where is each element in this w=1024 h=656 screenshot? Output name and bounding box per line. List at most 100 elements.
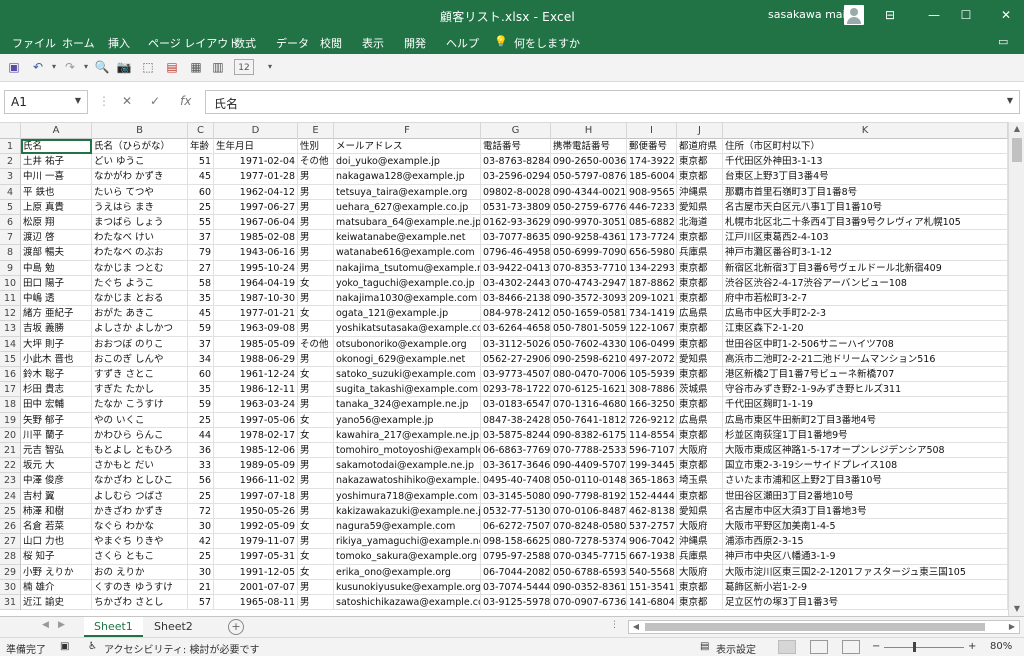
cell[interactable]: 1991-12-05	[214, 564, 298, 580]
cell[interactable]: 656-5980	[627, 245, 677, 261]
cell[interactable]: kusunokiyusuke@example.org	[334, 579, 481, 595]
freeze-panes-icon[interactable]: ▦	[188, 59, 204, 75]
cell[interactable]: 1967-06-04	[214, 215, 298, 231]
row-header[interactable]: 1	[0, 139, 21, 155]
cell[interactable]: 男	[298, 443, 334, 459]
cell[interactable]: 住所（市区町村以下）	[723, 139, 1008, 155]
cell[interactable]: 渡部 暢夫	[21, 245, 92, 261]
cell[interactable]: 151-3541	[627, 579, 677, 595]
cell[interactable]: 高浜市二池町2-2-21二池ドリームマンション516	[723, 351, 1008, 367]
row-header[interactable]: 30	[0, 579, 21, 595]
cell[interactable]: 女	[298, 549, 334, 565]
cell[interactable]: 男	[298, 534, 334, 550]
cell[interactable]: sakamotodai@example.ne.jp	[334, 458, 481, 474]
cell[interactable]: 21	[188, 579, 214, 595]
cell[interactable]: 大阪府	[677, 564, 723, 580]
cell[interactable]: 小此木 晋也	[21, 351, 92, 367]
cell[interactable]: 田中 宏輔	[21, 397, 92, 413]
cell[interactable]: 090-2650-0036	[551, 154, 627, 170]
cell[interactable]: 050-6788-6593	[551, 564, 627, 580]
cell[interactable]: 女	[298, 367, 334, 383]
cell[interactable]: 名古屋市中区大須3丁目1番地3号	[723, 503, 1008, 519]
cell[interactable]: erika_ono@example.org	[334, 564, 481, 580]
cell[interactable]: 東京都	[677, 367, 723, 383]
row-header[interactable]: 7	[0, 230, 21, 246]
cell[interactable]: 杉並区南荻窪1丁目1番地9号	[723, 427, 1008, 443]
cell[interactable]: おおつぼ のりこ	[92, 336, 188, 352]
cell[interactable]: 柿澤 和樹	[21, 503, 92, 519]
cell[interactable]: 03-8466-2138	[481, 291, 551, 307]
cell[interactable]: 桜 知子	[21, 549, 92, 565]
cell[interactable]: なかじま とおる	[92, 291, 188, 307]
cell[interactable]: 矢野 郁子	[21, 412, 92, 428]
cell[interactable]: 667-1938	[627, 549, 677, 565]
cell[interactable]: 199-3445	[627, 458, 677, 474]
cell[interactable]: 0796-46-4958	[481, 245, 551, 261]
cell[interactable]: 1964-04-19	[214, 275, 298, 291]
cell[interactable]: 男	[298, 291, 334, 307]
cell[interactable]: 男	[298, 488, 334, 504]
cell[interactable]: 166-3250	[627, 397, 677, 413]
cell[interactable]: 上原 真貴	[21, 199, 92, 215]
tab-data[interactable]: データ	[276, 35, 309, 51]
column-header[interactable]: G	[481, 123, 551, 139]
cell[interactable]: 59	[188, 321, 214, 337]
cell[interactable]: 1992-05-09	[214, 519, 298, 535]
cell[interactable]: 105-5939	[627, 367, 677, 383]
cell[interactable]: nakajima_tsutomu@example.ne	[334, 260, 481, 276]
cell[interactable]: 札幌市北区北二十条西4丁目3番9号クレヴィア札幌105	[723, 215, 1008, 231]
cell[interactable]: 09802-8-0028	[481, 184, 551, 200]
cell[interactable]: 松原 翔	[21, 215, 92, 231]
cell[interactable]: 1963-09-08	[214, 321, 298, 337]
column-header[interactable]: B	[92, 123, 188, 139]
cell[interactable]: 1997-07-18	[214, 488, 298, 504]
cell[interactable]: 35	[188, 291, 214, 307]
cell[interactable]: 085-6882	[627, 215, 677, 231]
cell[interactable]: くすのき ゆうすけ	[92, 579, 188, 595]
cell[interactable]: 葛飾区新小岩1-2-9	[723, 579, 1008, 595]
cell[interactable]: 080-0470-7006	[551, 367, 627, 383]
cell[interactable]: 070-1316-4680	[551, 397, 627, 413]
row-header[interactable]: 28	[0, 549, 21, 565]
cell[interactable]: 男	[298, 397, 334, 413]
cell[interactable]: なかがわ かずき	[92, 169, 188, 185]
cell[interactable]: 55	[188, 215, 214, 231]
cell[interactable]: 男	[298, 351, 334, 367]
cell[interactable]: 37	[188, 336, 214, 352]
cell[interactable]: 名倉 若菜	[21, 519, 92, 535]
cell[interactable]: 男	[298, 579, 334, 595]
cell[interactable]: おがた あきこ	[92, 306, 188, 322]
cell[interactable]: よしさか よしかつ	[92, 321, 188, 337]
row-header[interactable]: 11	[0, 291, 21, 307]
column-header[interactable]: F	[334, 123, 481, 139]
spreadsheet-grid[interactable]: ABCDEFGHIJK 1 氏名 氏名（ひらがな） 年齢 生年月日 性別 メールアドレス 電話…	[0, 122, 1008, 616]
cell[interactable]: keiwatanabe@example.net	[334, 230, 481, 246]
row-header[interactable]: 14	[0, 336, 21, 352]
cell[interactable]: すずき さとこ	[92, 367, 188, 383]
redo-icon[interactable]: ↷	[62, 59, 78, 75]
row-header[interactable]: 12	[0, 306, 21, 322]
cell[interactable]: 06-6863-7769	[481, 443, 551, 459]
cell[interactable]: 090-9258-4361	[551, 230, 627, 246]
cell[interactable]: 1995-10-24	[214, 260, 298, 276]
cell[interactable]: 070-6125-1621	[551, 382, 627, 398]
cell[interactable]: 東京都	[677, 397, 723, 413]
page-break-view-icon[interactable]	[842, 640, 860, 654]
cell[interactable]: 173-7724	[627, 230, 677, 246]
cell[interactable]: 365-1863	[627, 473, 677, 489]
tab-developer[interactable]: 開発	[404, 35, 426, 51]
cell[interactable]: 東京都	[677, 230, 723, 246]
cell[interactable]: 神戸市灘区番谷町3-1-12	[723, 245, 1008, 261]
cell[interactable]: 広島県	[677, 306, 723, 322]
select-objects-icon[interactable]: ⬚	[140, 59, 156, 75]
zoom-slider[interactable]	[884, 647, 964, 648]
cell[interactable]: 渋谷区渋谷2-4-17渋谷アーバンビュー108	[723, 275, 1008, 291]
cell[interactable]: 中川 一喜	[21, 169, 92, 185]
column-header[interactable]: H	[551, 123, 627, 139]
cell[interactable]: 世田谷区瀬田3丁目2番地10号	[723, 488, 1008, 504]
expand-formula-icon[interactable]: ▼	[1007, 96, 1013, 105]
cell[interactable]: 03-4302-2443	[481, 275, 551, 291]
cell[interactable]: kawahira_217@example.ne.jp	[334, 427, 481, 443]
sheet-tab[interactable]: Sheet2	[144, 617, 203, 637]
cell[interactable]: 平 鉄也	[21, 184, 92, 200]
